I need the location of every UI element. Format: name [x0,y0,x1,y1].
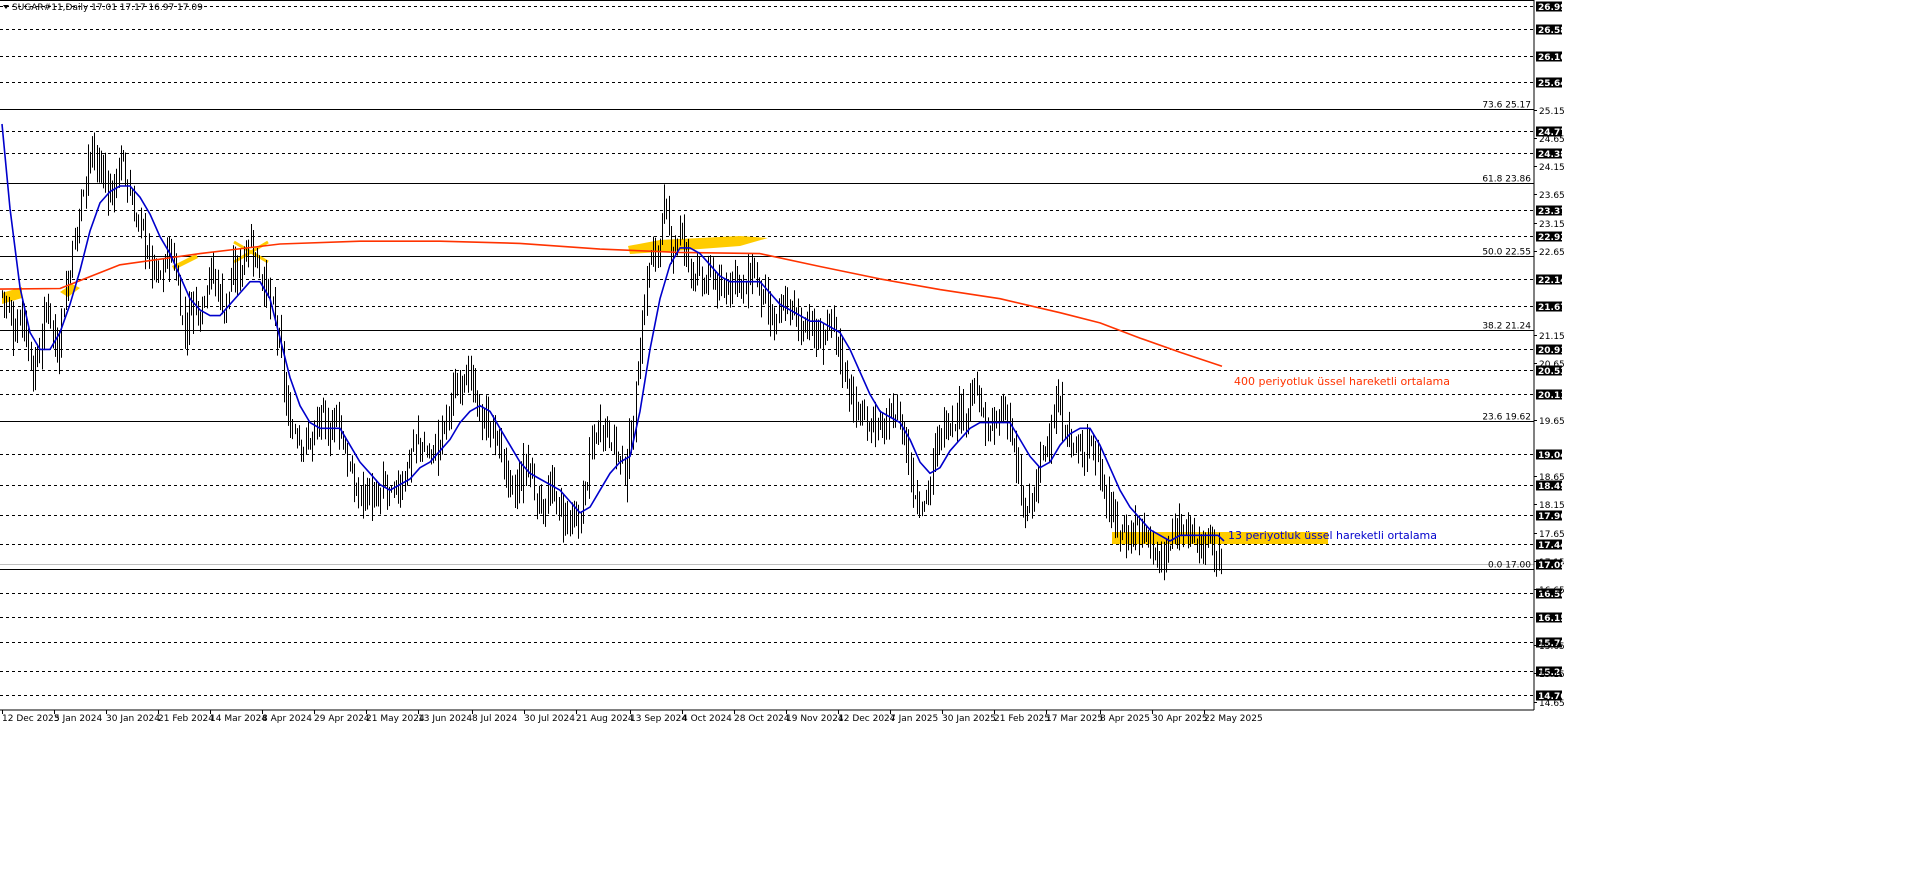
price-axis-tick-label: 24.15 [1539,163,1565,173]
price-axis-tick-label: 15.65 [1539,642,1565,652]
price-axis-tick-label: 25.15 [1539,107,1565,117]
date-label: 8 Jul 2024 [472,714,517,724]
date-label: 22 May 2025 [1204,714,1263,724]
price-level-label: 26.58 [1538,26,1566,36]
date-label: 28 Oct 2024 [734,714,790,724]
price-level-label: 21.67 [1538,303,1566,313]
date-label: 14 Mar 2024 [210,714,267,724]
price-chart[interactable]: 73.6 25.17 61.8 23.86 50.0 22.55 38.2 21.24… [0,0,1916,888]
date-label: 21 Aug 2024 [576,714,634,724]
price-level-label: 17.44 [1538,541,1566,551]
date-label: 8 Apr 2024 [262,714,312,724]
date-label: 17 Mar 2025 [1046,714,1103,724]
fib-level-label: 50.0 22.55 [1482,248,1531,258]
ema400-annotation: 400 periyotluk üssel hareketli ortalama [1234,375,1450,388]
date-label: 12 Dec 2024 [838,714,896,724]
date-label: 13 Sep 2024 [630,714,687,724]
price-axis-tick-label: 18.65 [1539,473,1565,483]
date-label: 30 Jan 2024 [106,714,160,724]
price-axis-tick-label: 19.65 [1539,417,1565,427]
fib-level-label: 73.6 25.17 [1482,101,1531,111]
fib-level-label: 0.0 17.00 [1488,561,1531,571]
current-price-label: 17.09 [1538,561,1566,571]
date-label: 21 Feb 2025 [994,714,1050,724]
price-axis-tick-label: 23.15 [1539,220,1565,230]
date-label: 4 Oct 2024 [682,714,732,724]
price-level-label: 24.38 [1538,150,1566,160]
date-label: 21 Feb 2024 [158,714,214,724]
price-axis-tick-label: 23.65 [1539,191,1565,201]
fib-level-label: 61.8 23.86 [1482,175,1531,185]
date-label: 5 Jan 2024 [54,714,102,724]
price-level-label: 17.96 [1538,512,1566,522]
price-level-label: 22.14 [1538,276,1566,286]
price-axis-tick-label: 14.65 [1539,699,1565,709]
price-level-label: 23.37 [1538,207,1566,217]
chart-area[interactable]: 73.6 25.17 61.8 23.86 50.0 22.55 38.2 21.24… [0,0,1916,888]
date-label: 21 May 2024 [366,714,425,724]
price-level-label: 22.92 [1538,233,1566,243]
price-level-label: 25.64 [1538,79,1566,89]
date-label: 19 Nov 2024 [786,714,844,724]
price-axis-tick-label: 15.15 [1539,670,1565,680]
price-level-label: 26.10 [1538,53,1566,63]
date-label: 29 Apr 2024 [314,714,370,724]
price-level-label: 20.91 [1538,346,1566,356]
fib-level-label: 38.2 21.24 [1482,322,1531,332]
price-axis-tick-label: 16.65 [1539,586,1565,596]
date-label: 13 Jun 2024 [418,714,472,724]
price-axis-tick-label: 20.65 [1539,360,1565,370]
price-level-label: 16.15 [1538,614,1566,624]
ema13-annotation: 13 periyotluk üssel hareketli ortalama [1228,529,1437,542]
symbol-header: SUGAR#11,Daily 17.01 17.17 16.97 17.09 [12,3,203,13]
date-label: 30 Apr 2025 [1152,714,1208,724]
date-label: 12 Dec 2023 [2,714,60,724]
price-level-label: 19.04 [1538,451,1566,461]
price-axis-tick-label: 17.65 [1539,530,1565,540]
date-label: 8 Apr 2025 [1100,714,1150,724]
price-level-label: 20.11 [1538,391,1566,401]
price-axis-tick-label: 18.15 [1539,501,1565,511]
date-label: 30 Jul 2024 [524,714,575,724]
price-axis-tick-label: 24.65 [1539,135,1565,145]
price-axis-tick-label: 21.15 [1539,332,1565,342]
date-label: 7 Jan 2025 [890,714,938,724]
price-level-label: 18.49 [1538,482,1566,492]
price-level-label: 26.99 [1538,3,1566,13]
price-axis-tick-label: 22.65 [1539,248,1565,258]
date-label: 30 Jan 2025 [942,714,996,724]
fib-level-label: 23.6 19.62 [1482,413,1531,423]
